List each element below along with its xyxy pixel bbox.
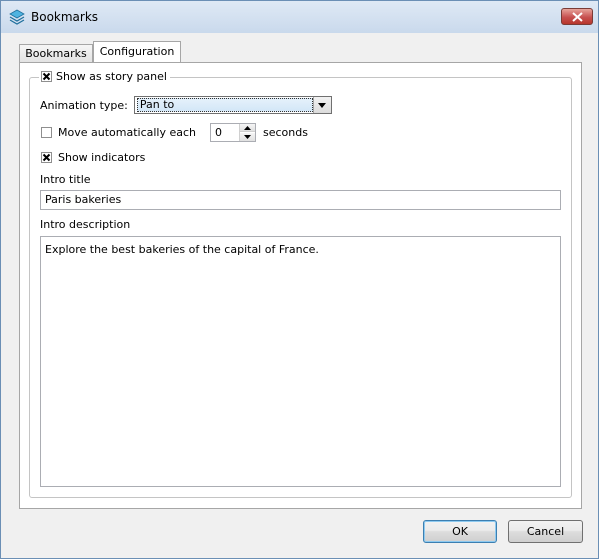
animation-type-value: Pan to: [136, 98, 313, 112]
seconds-label: seconds: [263, 126, 308, 139]
dropdown-arrow[interactable]: [312, 97, 331, 113]
move-auto-checkbox[interactable]: [41, 127, 52, 138]
intro-description-label: Intro description: [40, 218, 131, 231]
arrow-down-icon: [244, 135, 252, 139]
show-indicators-checkbox[interactable]: [41, 152, 52, 163]
bookmarks-dialog: Bookmarks Bookmarks Configuration Show a…: [0, 0, 599, 559]
intro-title-input[interactable]: Paris bakeries: [40, 190, 561, 210]
cancel-button[interactable]: Cancel: [508, 520, 583, 543]
close-icon: [572, 12, 583, 22]
interval-value: 0: [215, 126, 223, 139]
close-button[interactable]: [561, 8, 593, 25]
move-auto-row: Move automatically each 0 seconds: [41, 123, 308, 142]
tab-configuration[interactable]: Configuration: [93, 41, 181, 63]
checkmark-icon: [42, 72, 51, 81]
intro-title-label-row: Intro title: [40, 173, 91, 186]
story-panel-checkbox[interactable]: [41, 71, 52, 82]
arrow-up-icon: [244, 126, 252, 130]
tab-bookmarks[interactable]: Bookmarks: [19, 44, 93, 62]
intro-title-label: Intro title: [40, 173, 91, 186]
move-auto-label: Move automatically each: [58, 126, 197, 139]
intro-description-textarea[interactable]: Explore the best bakeries of the capital…: [40, 236, 561, 487]
window-title: Bookmarks: [31, 10, 99, 24]
show-indicators-label: Show indicators: [58, 151, 146, 164]
intro-description-label-row: Intro description: [40, 218, 130, 231]
stepper-down[interactable]: [240, 133, 256, 141]
story-panel-label: Show as story panel: [56, 70, 167, 83]
animation-row: Animation type: Pan to: [40, 96, 332, 114]
interval-stepper[interactable]: 0: [210, 123, 257, 142]
animation-type-select[interactable]: Pan to: [133, 96, 332, 114]
title-bar: Bookmarks: [1, 1, 598, 33]
app-logo-icon: [9, 9, 25, 25]
story-panel-toggle[interactable]: Show as story panel: [39, 70, 170, 83]
configuration-panel: Show as story panel Animation type: Pan …: [19, 62, 582, 509]
checkmark-icon: [42, 153, 51, 162]
ok-button[interactable]: OK: [423, 520, 497, 543]
stepper-buttons: [239, 124, 256, 141]
chevron-down-icon: [317, 103, 326, 108]
animation-type-label: Animation type:: [40, 98, 128, 112]
indicators-row[interactable]: Show indicators: [41, 151, 145, 164]
stepper-up[interactable]: [240, 124, 256, 132]
